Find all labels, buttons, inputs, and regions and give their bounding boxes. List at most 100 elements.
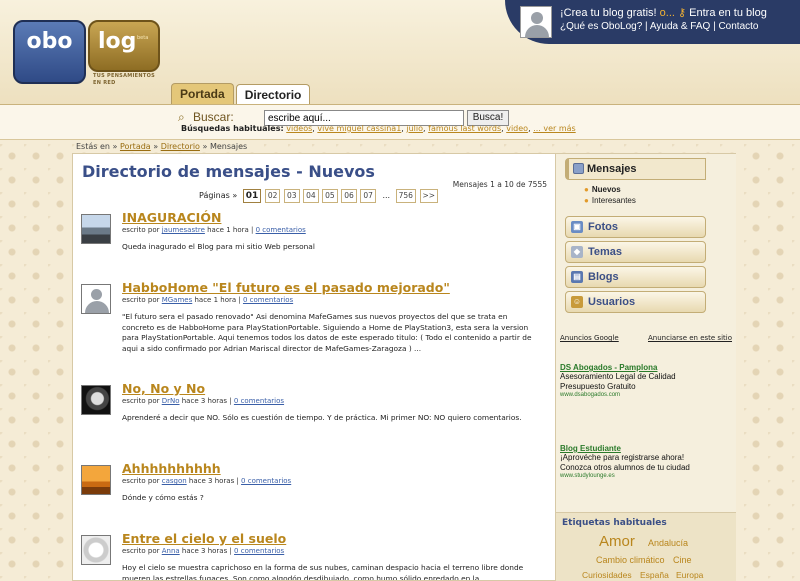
post-author-link[interactable]: casgon [162, 477, 187, 485]
pagination: Páginas » 01 02 03 04 05 06 07 ... 756 >… [199, 189, 439, 203]
page-title: Directorio de mensajes - Nuevos [82, 162, 375, 181]
post-title[interactable]: INAGURACIÓN [122, 210, 221, 225]
post-thumbnail[interactable] [81, 385, 111, 415]
logo-obo-text: obo [26, 29, 73, 54]
sidebar-subitem-label: Nuevos [591, 185, 621, 194]
post-comments-link[interactable]: 0 comentarios [234, 547, 284, 555]
logo-obo[interactable]: obo [13, 20, 86, 84]
post-title[interactable]: Entre el cielo y el suelo [122, 531, 286, 546]
bullet-icon: ● [584, 185, 589, 194]
folder-icon [573, 163, 584, 174]
post-thumbnail[interactable] [81, 214, 111, 244]
post-author-link[interactable]: jaumesastre [162, 226, 205, 234]
photo-icon: ▣ [571, 221, 583, 233]
post-time: hace 3 horas [188, 477, 235, 485]
advertise-link[interactable]: Anunciarse en este sitio [648, 334, 732, 342]
search-label: Buscar: [193, 110, 234, 124]
frequent-search-link[interactable]: video [506, 124, 528, 133]
post-meta-by: escrito por [122, 397, 160, 405]
ad-title[interactable]: Blog Estudiante [560, 444, 732, 453]
post-author-link[interactable]: MGames [162, 296, 193, 304]
post-title[interactable]: Ahhhhhhhhhh [122, 461, 221, 476]
ad-title[interactable]: DS Abogados - Pamplona [560, 363, 732, 372]
create-blog-link[interactable]: ¡Crea tu blog gratis! [560, 7, 657, 19]
ad-url[interactable]: www.studylounge.es [560, 473, 732, 479]
post-body: Dónde y cómo estás ? [122, 493, 204, 502]
ad-block: DS Abogados - Pamplona Asesoramiento Leg… [560, 363, 732, 398]
page-link[interactable]: 04 [303, 189, 319, 203]
tag-link[interactable]: Curiosidades [582, 570, 632, 580]
tag-link[interactable]: España [640, 570, 669, 580]
tab-directorio[interactable]: Directorio [235, 84, 311, 105]
breadcrumb-portada[interactable]: Portada [120, 142, 151, 151]
post-meta-by: escrito por [122, 226, 160, 234]
tag-link[interactable]: Cambio climático [596, 555, 665, 565]
post-thumbnail[interactable] [81, 465, 111, 495]
page-link[interactable]: 03 [283, 189, 300, 203]
tab-portada[interactable]: Portada [171, 83, 234, 104]
google-ads-link[interactable]: Anuncios Google [560, 334, 619, 342]
frequent-search-link[interactable]: julio [406, 124, 423, 133]
post-time: hace 1 hora [194, 296, 237, 304]
post-author-link[interactable]: DrNo [162, 397, 180, 405]
sidebar-item-fotos[interactable]: ▣ Fotos [565, 216, 706, 238]
main-tabs: Portada Directorio [171, 83, 312, 105]
sidebar-subitem-nuevos[interactable]: ● Nuevos [584, 185, 621, 194]
tag-link[interactable]: Amor [599, 533, 635, 550]
page-link-last[interactable]: 756 [395, 189, 416, 203]
page-link[interactable]: 06 [341, 189, 357, 203]
tag-link[interactable]: Cine [673, 555, 692, 565]
users-icon: ☺ [571, 296, 583, 308]
post-comments-link[interactable]: 0 comentarios [243, 296, 293, 304]
page-link[interactable]: 02 [264, 189, 281, 203]
key-icon: ⚷ [678, 7, 687, 19]
avatar-icon[interactable] [520, 6, 552, 38]
sidebar-subitem-interesantes[interactable]: ● Interesantes [584, 196, 636, 205]
page-link[interactable]: 05 [322, 189, 338, 203]
ad-line: Presupuesto Gratuito [560, 382, 636, 391]
see-more-link[interactable]: ... ver más [533, 124, 576, 133]
tag-link[interactable]: Europa [676, 570, 703, 580]
sidebar-item-label: Temas [588, 246, 623, 258]
sidebar-item-blogs[interactable]: ▤ Blogs [565, 266, 706, 288]
breadcrumb: Estás en » Portada » Directorio » Mensaj… [76, 142, 248, 151]
logo-log[interactable]: log [88, 20, 160, 72]
frequent-search-link[interactable]: videos [286, 124, 312, 133]
ad-line: ¡Aprovéche para registrarse ahora! [560, 453, 685, 462]
post-title[interactable]: No, No y No [122, 381, 205, 396]
frequent-search-link[interactable]: vive miguel cassina1 [317, 124, 401, 133]
post-author-link[interactable]: Anna [162, 547, 180, 555]
help-faq-link[interactable]: Ayuda & FAQ [650, 21, 710, 32]
ad-url[interactable]: www.dsabogados.com [560, 392, 732, 398]
page-link[interactable]: 07 [360, 189, 376, 203]
logo-log-text: log [98, 29, 137, 54]
page-link-current[interactable]: 01 [242, 189, 262, 203]
what-is-link[interactable]: ¿Qué es OboLog? [560, 21, 642, 32]
tag-link[interactable]: Andalucía [648, 538, 688, 548]
post-title[interactable]: HabboHome "El futuro es el pasado mejora… [122, 280, 450, 295]
sidebar-item-label: Blogs [588, 271, 619, 283]
sidebar-item-label: Mensajes [587, 163, 637, 175]
post-thumbnail[interactable] [81, 535, 111, 565]
post-comments-link[interactable]: 0 comentarios [256, 226, 306, 234]
page-ellipsis: ... [382, 191, 391, 200]
page-next-button[interactable]: >> [419, 189, 439, 203]
frequent-search-link[interactable]: famous last words [428, 124, 501, 133]
breadcrumb-current: Mensajes [209, 142, 248, 151]
top-links-secondary: ¿Qué es OboLog? | Ayuda & FAQ | Contacto [560, 21, 759, 32]
post-meta: escrito por DrNo hace 3 horas | 0 coment… [122, 397, 285, 405]
sidebar-item-mensajes[interactable]: Mensajes [565, 158, 706, 180]
post-comments-link[interactable]: 0 comentarios [241, 477, 291, 485]
sidebar-item-temas[interactable]: ◆ Temas [565, 241, 706, 263]
post-meta-by: escrito por [122, 547, 160, 555]
enter-blog-link[interactable]: Entra en tu blog [689, 7, 767, 19]
sidebar-item-label: Usuarios [588, 296, 636, 308]
sidebar-item-usuarios[interactable]: ☺ Usuarios [565, 291, 706, 313]
post-thumbnail[interactable] [81, 284, 111, 314]
post-time: hace 3 horas [181, 547, 228, 555]
post-comments-link[interactable]: 0 comentarios [234, 397, 284, 405]
header: obo log beta TUS PENSAMIENTOS EN RED ¡Cr… [0, 0, 800, 105]
contact-link[interactable]: Contacto [718, 21, 758, 32]
frequent-searches-label: Búsquedas habituales: [181, 124, 284, 133]
breadcrumb-directorio[interactable]: Directorio [161, 142, 200, 151]
